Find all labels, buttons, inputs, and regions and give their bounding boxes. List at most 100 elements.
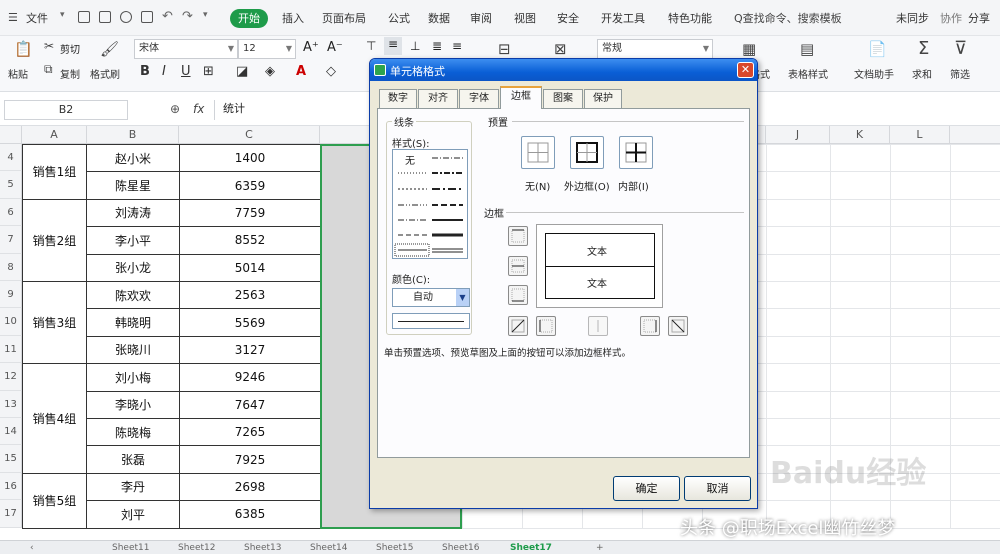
cell-name[interactable]: 张小龙 (86, 253, 180, 282)
row-header[interactable]: 11 (0, 335, 22, 364)
cell-value[interactable]: 5014 (179, 253, 321, 282)
preset-inside-button[interactable] (619, 136, 653, 169)
align-center-icon[interactable]: ≡ (452, 39, 462, 53)
format-painter-label[interactable]: 格式刷 (90, 66, 120, 81)
tab-review[interactable]: 审阅 (470, 10, 492, 26)
tab-insert[interactable]: 插入 (282, 10, 304, 26)
align-bottom-icon[interactable]: ⊥ (410, 39, 420, 53)
more-icon[interactable]: ▾ (203, 10, 208, 20)
fill-color-icon[interactable]: ◪ (236, 64, 248, 79)
tab-protection[interactable]: 保护 (584, 89, 622, 108)
cell-name[interactable]: 韩晓明 (86, 308, 180, 337)
cell-value[interactable]: 3127 (179, 335, 321, 365)
tab-page-layout[interactable]: 页面布局 (322, 10, 366, 26)
font-color-icon[interactable]: A (296, 64, 306, 79)
tab-font[interactable]: 字体 (459, 89, 499, 108)
export-pdf-icon[interactable] (99, 11, 111, 23)
row-header[interactable]: 7 (0, 226, 22, 254)
zoom-icon[interactable]: ⊕ (170, 102, 180, 116)
col-header-j[interactable]: J (766, 126, 830, 144)
cell-value[interactable]: 8552 (179, 226, 321, 255)
file-menu[interactable]: 文件 (26, 10, 48, 26)
col-header-c[interactable]: C (179, 126, 320, 144)
border-middle-button[interactable] (508, 256, 528, 276)
tab-data[interactable]: 数据 (428, 10, 450, 26)
row-header[interactable]: 15 (0, 445, 22, 473)
font-name-select[interactable]: 宋体 ▼ (134, 39, 238, 59)
cell-name[interactable]: 陈欢欢 (86, 281, 180, 310)
cell-value[interactable]: 7647 (179, 390, 321, 419)
sheet-tab[interactable]: Sheet12 (178, 543, 215, 553)
sheet-tab[interactable]: Sheet14 (310, 543, 347, 553)
sum-label[interactable]: 求和 (912, 66, 932, 81)
conditional-format-icon[interactable]: ▦ (742, 40, 756, 58)
cell-value[interactable]: 6385 (179, 500, 321, 529)
cell-value[interactable]: 2698 (179, 472, 321, 502)
row-header[interactable]: 14 (0, 418, 22, 446)
cell-name[interactable]: 刘小梅 (86, 363, 180, 392)
row-header[interactable]: 9 (0, 281, 22, 309)
chevron-down-icon[interactable]: ▼ (456, 289, 469, 306)
row-header[interactable]: 16 (0, 472, 22, 501)
sheet-tab[interactable]: Sheet13 (244, 543, 281, 553)
line-style-samples[interactable] (393, 150, 467, 258)
cell-name[interactable]: 张晓川 (86, 335, 180, 365)
cell-name[interactable]: 刘平 (86, 500, 180, 529)
border-top-button[interactable] (508, 226, 528, 246)
tab-security[interactable]: 安全 (557, 10, 579, 26)
cell-name[interactable]: 赵小米 (86, 144, 180, 173)
row-header[interactable]: 13 (0, 390, 22, 418)
cell-value[interactable]: 7925 (179, 445, 321, 474)
increase-font-icon[interactable]: A⁺ (303, 40, 319, 55)
preset-outline-button[interactable] (570, 136, 604, 169)
row-header[interactable]: 12 (0, 363, 22, 391)
cell-group[interactable]: 销售4组 (22, 363, 87, 474)
paste-icon[interactable]: 📋 (14, 40, 33, 58)
search-command[interactable]: Q查找命令、搜索模板 (734, 10, 842, 26)
preset-none-button[interactable] (521, 136, 555, 169)
tab-border[interactable]: 边框 (500, 86, 542, 109)
format-painter-icon[interactable]: 🖌 (100, 40, 119, 58)
sheet-tab-active[interactable]: Sheet17 (510, 543, 552, 553)
cell-value[interactable]: 5569 (179, 308, 321, 337)
border-diag-up-button[interactable] (508, 316, 528, 336)
border-left-button[interactable] (536, 316, 556, 336)
table-style-label[interactable]: 表格样式 (788, 66, 828, 81)
col-header-l[interactable]: L (890, 126, 950, 144)
doc-assistant-label[interactable]: 文档助手 (854, 66, 894, 81)
border-right-button[interactable] (640, 316, 660, 336)
border-bottom-button[interactable] (508, 285, 528, 305)
menu-icon[interactable]: ☰ (8, 11, 18, 24)
underline-icon[interactable]: U (181, 64, 191, 79)
cell-name[interactable]: 李晓小 (86, 390, 180, 419)
cancel-button[interactable]: 取消 (684, 476, 751, 501)
tab-alignment[interactable]: 对齐 (418, 89, 458, 108)
cell-group[interactable]: 销售2组 (22, 198, 87, 282)
sheet-tab[interactable]: Sheet11 (112, 543, 149, 553)
copy-icon[interactable]: ⧉ (44, 62, 53, 77)
row-header[interactable]: 6 (0, 198, 22, 227)
cell-group[interactable]: 销售5组 (22, 472, 87, 529)
filter-icon[interactable]: ⊽ (954, 38, 967, 59)
font-size-select[interactable]: 12 ▼ (238, 39, 296, 59)
align-middle-icon[interactable]: ≡ (384, 37, 402, 55)
row-header[interactable]: 8 (0, 253, 22, 281)
row-header[interactable]: 4 (0, 144, 22, 172)
chevron-down-icon[interactable]: ▾ (60, 10, 65, 20)
col-header-b[interactable]: B (87, 126, 179, 144)
collaborate-button[interactable]: 协作 (940, 10, 962, 26)
align-top-icon[interactable]: ⊤ (366, 39, 376, 53)
tab-formulas[interactable]: 公式 (388, 10, 410, 26)
redo-icon[interactable]: ↷ (182, 9, 193, 24)
ok-button[interactable]: 确定 (613, 476, 680, 501)
doc-assistant-icon[interactable]: 📄 (868, 40, 887, 58)
tab-pattern[interactable]: 图案 (543, 89, 583, 108)
name-box[interactable]: B2 (4, 100, 128, 120)
paste-label[interactable]: 粘贴 (8, 66, 28, 81)
fill-bucket-icon[interactable]: ◈ (265, 64, 275, 79)
cell-name[interactable]: 李小平 (86, 226, 180, 255)
cell-group[interactable]: 销售3组 (22, 281, 87, 365)
cell-value[interactable]: 7759 (179, 198, 321, 228)
cell-group[interactable]: 销售1组 (22, 144, 87, 200)
border-icon[interactable]: ⊞ (203, 64, 214, 79)
